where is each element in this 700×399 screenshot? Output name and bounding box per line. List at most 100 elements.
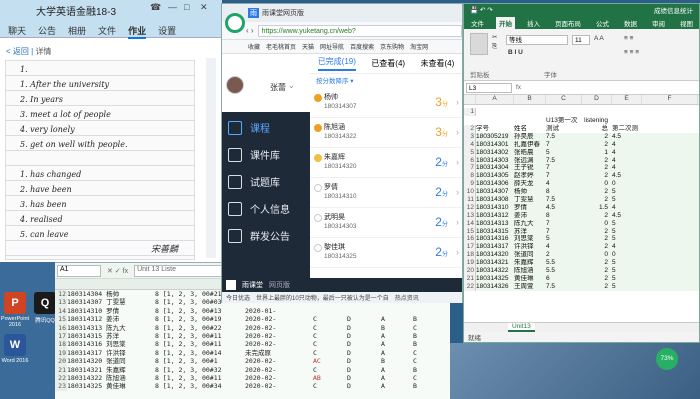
qq-tab[interactable]: 设置 <box>158 24 176 39</box>
excel-cell[interactable]: 5.5 <box>546 267 582 275</box>
cell[interactable]: C <box>313 332 347 340</box>
student-row[interactable]: 陈旭涵 180314322 3分 › <box>310 120 462 148</box>
excel-cell[interactable]: 21 <box>464 274 476 283</box>
excel-cell[interactable]: 5 <box>612 228 642 236</box>
cell[interactable]: A <box>381 340 413 348</box>
excel-cell[interactable]: 2 <box>582 133 612 141</box>
ribbon-tab[interactable]: 页面布局 <box>552 17 584 29</box>
excel-cell[interactable] <box>642 108 698 116</box>
qq-tab[interactable]: 作业 <box>128 24 147 39</box>
excel-cell[interactable]: 2 <box>582 157 612 165</box>
cell[interactable]: B <box>381 324 413 332</box>
avatar[interactable] <box>226 76 244 94</box>
excel-cell[interactable]: 7 <box>546 141 582 149</box>
excel-cell[interactable]: 5 <box>612 259 642 267</box>
excel-cell[interactable]: 7.5 <box>546 283 582 291</box>
bookmark-link[interactable]: 收藏 <box>248 42 260 51</box>
cell[interactable]: 17 <box>55 331 67 341</box>
excel-cell[interactable]: 薛天龙 <box>514 180 546 188</box>
cell[interactable]: 12 <box>55 290 67 299</box>
column-header[interactable]: A <box>476 95 514 104</box>
excel-cell[interactable]: 0 <box>612 180 642 188</box>
cell[interactable] <box>313 307 347 315</box>
cell[interactable]: C <box>313 324 347 332</box>
excel-cell[interactable]: 2 <box>582 235 612 243</box>
excel-cell[interactable]: 姓名 <box>514 125 546 133</box>
excel-cell[interactable]: 2 <box>582 188 612 196</box>
excel-cell[interactable]: 12 <box>464 203 476 212</box>
excel-cell[interactable]: 7 <box>546 172 582 180</box>
excel-cell[interactable]: 0 <box>582 220 612 228</box>
excel-cell[interactable]: 20 <box>464 267 476 275</box>
excel-cell[interactable]: 6 <box>464 156 476 165</box>
excel-cell[interactable]: 4 <box>612 243 642 251</box>
cell[interactable]: D <box>347 332 381 340</box>
cell[interactable]: B <box>413 340 443 348</box>
excel-cell[interactable]: 4 <box>546 243 582 251</box>
qq-tab[interactable]: 相册 <box>68 24 86 39</box>
qq-tab[interactable]: 公告 <box>38 24 56 39</box>
excel-cell[interactable] <box>642 188 698 196</box>
excel-cell[interactable]: 杨帅 <box>514 188 546 196</box>
excel-cell[interactable] <box>612 108 642 116</box>
excel-cell[interactable]: 180314306 <box>476 180 514 188</box>
excel-cell[interactable]: 7.5 <box>546 157 582 165</box>
username[interactable]: 张蕾 <box>270 82 286 93</box>
cell[interactable]: B <box>413 382 443 390</box>
cell[interactable]: 180314316 刘思棠 <box>67 340 155 348</box>
corner-cell[interactable] <box>464 95 476 104</box>
qq-tab[interactable]: 文件 <box>98 24 116 39</box>
excel-cell[interactable]: 180314302 <box>476 149 514 157</box>
ribbon-tab[interactable]: 开始 <box>496 17 515 29</box>
cell[interactable]: 8 [1, 2, 3, 00#19 <box>155 315 245 323</box>
excel-cell[interactable]: 180314322 <box>476 267 514 275</box>
cell[interactable]: 2020-02- <box>245 324 313 332</box>
nav-arrows-icon[interactable]: ‹ › <box>246 26 254 35</box>
cell[interactable]: C <box>313 366 347 374</box>
excel-cell[interactable]: 2 <box>582 259 612 267</box>
word-icon[interactable]: W <box>4 334 26 356</box>
cell[interactable] <box>347 307 381 315</box>
cell[interactable]: 2020-02- <box>245 374 313 382</box>
excel-cell[interactable] <box>642 267 698 275</box>
cell[interactable]: 180314313 陈九大 <box>67 324 155 332</box>
bookmark-link[interactable]: 百度搜索 <box>350 42 374 51</box>
excel-cell[interactable] <box>642 204 698 212</box>
excel-cell[interactable]: 0 <box>582 251 612 259</box>
excel-cell[interactable]: 2 <box>582 243 612 251</box>
excel-cell[interactable]: 2 <box>582 141 612 149</box>
excel-cell[interactable]: 陈九大 <box>514 220 546 228</box>
excel-cell[interactable]: 0 <box>582 180 612 188</box>
excel-cell[interactable] <box>642 180 698 188</box>
excel-cell[interactable]: 张皓晨 <box>514 149 546 157</box>
excel-cell[interactable]: 刘思棠 <box>514 235 546 243</box>
excel-cell[interactable] <box>642 149 698 157</box>
excel-cell[interactable]: 11 <box>464 196 476 204</box>
excel-cell[interactable]: 1 <box>582 149 612 157</box>
cell[interactable]: A <box>381 382 413 390</box>
cell[interactable]: 8 [1, 2, 3, 00#32 <box>155 366 245 374</box>
cell[interactable]: 21 <box>55 365 67 374</box>
browser-tab[interactable]: 雨 雨课堂网页版 <box>222 4 462 22</box>
cell[interactable]: C <box>313 349 347 357</box>
excel-cell[interactable]: 8 <box>464 172 476 181</box>
excel-cell[interactable]: 180314305 <box>476 172 514 180</box>
ribbon-tab[interactable]: 审阅 <box>649 17 668 29</box>
minimize-icon[interactable]: — <box>168 2 177 12</box>
excel-cell[interactable]: 苏洋 <box>514 228 546 236</box>
excel-cell[interactable]: 180305219 <box>476 133 514 141</box>
cell[interactable]: 2020-02- <box>245 315 313 323</box>
excel-cell[interactable]: 5 <box>546 235 582 243</box>
excel-cell[interactable]: 7.5 <box>546 196 582 204</box>
excel-cell[interactable]: 16 <box>464 235 476 244</box>
excel-cell[interactable]: 7 <box>546 228 582 236</box>
excel-cell[interactable]: 4.5 <box>612 212 642 220</box>
excel-cell[interactable]: 2 <box>582 228 612 236</box>
excel-cell[interactable]: 姜沛 <box>514 212 546 220</box>
cell[interactable]: 180314307 丁雯慧 <box>67 298 155 306</box>
align-icon[interactable]: ≡ ≡ <box>624 35 633 42</box>
excel-cell[interactable]: 1 <box>464 108 476 116</box>
excel-cell[interactable]: 22 <box>464 282 476 291</box>
cell[interactable]: 18 <box>55 340 67 349</box>
qq-tab[interactable]: 聊天 <box>8 24 26 39</box>
